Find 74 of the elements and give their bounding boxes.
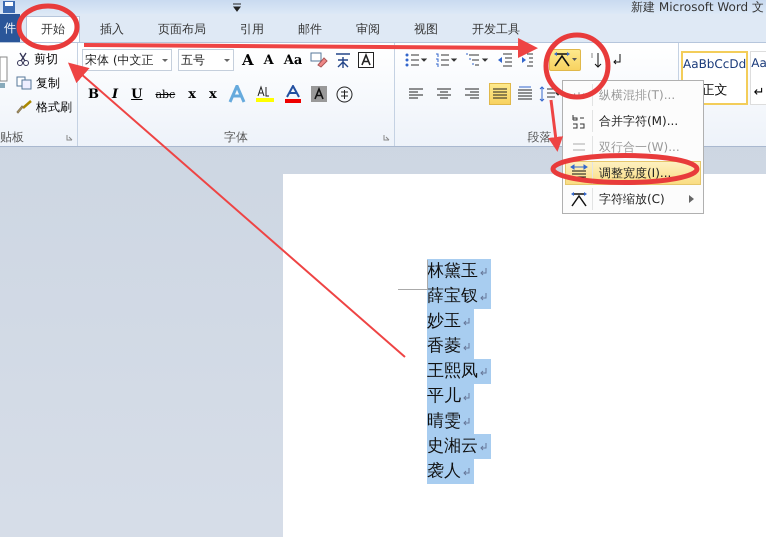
save-icon[interactable] — [2, 1, 16, 13]
decrease-indent-icon[interactable] — [497, 53, 513, 67]
character-shading-icon[interactable] — [310, 86, 327, 102]
subscript-button[interactable]: x — [186, 86, 198, 102]
clipboard-button[interactable]: 剪切 — [16, 49, 72, 69]
window-title: 新建 Microsoft Word 文 — [631, 0, 764, 16]
group-label: 段落 — [528, 128, 552, 146]
shrink-font-button[interactable]: A — [262, 52, 276, 68]
sort-icon[interactable] — [589, 52, 603, 68]
dropdown-icon[interactable] — [232, 2, 242, 12]
strikethrough-button[interactable]: abc — [153, 88, 178, 100]
paragraph-mark-icon — [479, 367, 488, 376]
font-size-field[interactable]: 五号 — [178, 49, 234, 71]
highlighter-icon[interactable] — [254, 85, 275, 103]
character-scaling-icon — [570, 191, 588, 207]
copy-icon — [16, 76, 32, 90]
ribbon-tab[interactable]: 引用 — [226, 16, 278, 42]
paragraph-mark-icon — [462, 417, 471, 426]
grow-font-button[interactable]: A — [240, 51, 256, 69]
paragraph-mark-icon — [462, 317, 471, 326]
line-spacing-icon[interactable] — [539, 86, 561, 102]
ribbon-tab[interactable]: 审阅 — [342, 16, 394, 42]
clipboard-button[interactable]: 复制 — [16, 73, 72, 93]
paragraph-mark-icon — [479, 442, 488, 451]
phonetic-guide-icon[interactable] — [334, 51, 352, 69]
underline-button[interactable]: U — [129, 86, 144, 102]
circle-annotation — [544, 32, 610, 100]
paragraph-mark-icon — [479, 267, 488, 276]
enclosed-character-icon[interactable] — [336, 86, 353, 102]
justify-button[interactable] — [489, 83, 511, 105]
margin-mark — [398, 260, 428, 290]
alignment-icon — [437, 88, 451, 100]
italic-button[interactable]: I — [110, 86, 120, 102]
paragraph-mark-icon — [462, 342, 471, 351]
ribbon-tab[interactable]: 邮件 — [284, 16, 336, 42]
change-case-button[interactable]: Aa — [282, 52, 304, 68]
scissors-icon — [16, 52, 30, 66]
bold-button[interactable]: B — [86, 86, 101, 102]
dialog-launcher-icon[interactable] — [66, 134, 73, 141]
asian-layout-icon — [552, 51, 578, 67]
character-border-icon[interactable] — [358, 52, 374, 68]
alignment-icon — [465, 88, 479, 100]
file-tab[interactable]: 件 — [0, 14, 20, 42]
menu-item[interactable]: 字符缩放(C) — [565, 187, 701, 211]
ribbon-tab[interactable]: 视图 — [400, 16, 452, 42]
asian-layout-button[interactable] — [549, 49, 581, 71]
circle-annotation — [16, 4, 80, 50]
ribbon-tab[interactable]: 插入 — [86, 16, 138, 42]
alignment-icon — [493, 88, 507, 100]
combine-characters-icon — [571, 112, 587, 130]
increase-indent-icon[interactable] — [521, 53, 533, 67]
paragraph-mark-icon — [462, 467, 471, 476]
dropdown-icon — [162, 58, 168, 62]
paragraph-mark-icon — [462, 392, 471, 401]
font-color-icon[interactable] — [284, 85, 302, 103]
multilevel-list-icon[interactable] — [465, 53, 489, 67]
menu-item[interactable]: 合并字符(M)... — [565, 109, 701, 133]
ribbon-tab[interactable]: 开发工具 — [458, 16, 534, 42]
dialog-launcher-icon[interactable] — [383, 134, 390, 141]
numbering-icon[interactable] — [435, 53, 457, 67]
paintbrush-icon — [16, 100, 32, 114]
superscript-button[interactable]: x — [206, 86, 219, 102]
font-name-field[interactable]: 宋体 (中文正 — [82, 49, 172, 71]
dropdown-icon — [224, 58, 230, 62]
alignment-icon — [409, 88, 423, 100]
distributed-icon[interactable] — [517, 86, 533, 102]
clipboard-button[interactable]: 格式刷 — [16, 97, 72, 117]
group-label: 字体 — [224, 128, 248, 146]
style-gallery-item[interactable]: Aa ↵ — [750, 51, 766, 105]
bullets-icon[interactable] — [405, 53, 427, 67]
clear-format-icon[interactable] — [310, 52, 328, 68]
paragraph-mark-icon — [479, 292, 488, 301]
ribbon-tab[interactable]: 页面布局 — [144, 16, 220, 42]
group-label: 贴板 — [0, 128, 24, 146]
